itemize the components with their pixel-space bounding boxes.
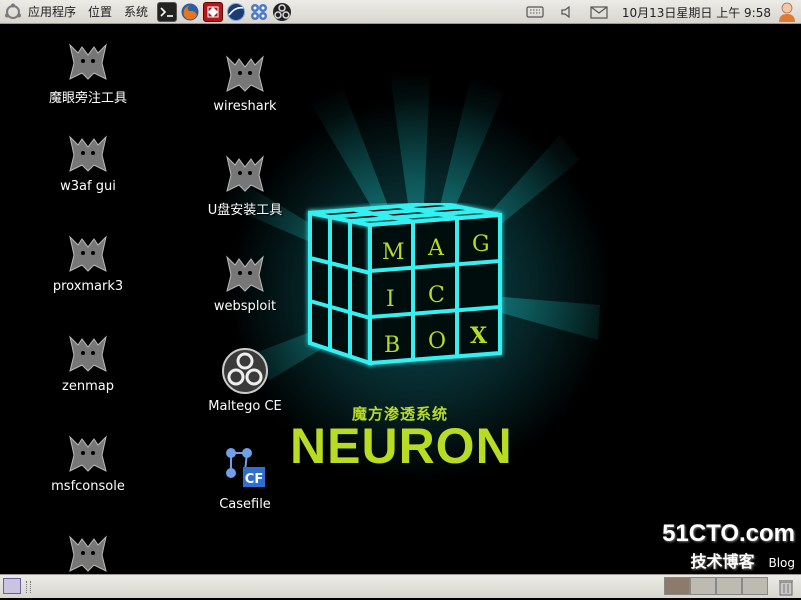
cube-letter: G — [472, 232, 490, 257]
gargoyle-icon — [221, 247, 269, 295]
desktop-icon-label: websploit — [213, 299, 277, 314]
gargoyle-icon — [64, 527, 112, 574]
workspace-4[interactable] — [742, 577, 768, 595]
terminal-icon[interactable] — [157, 1, 178, 22]
gargoyle-icon — [64, 427, 112, 475]
maltego-icon — [221, 347, 269, 395]
desktop[interactable]: M A G I C B O X 魔方渗透系统 NEURON 魔眼旁注工具 w3a… — [0, 25, 801, 574]
desktop-icon-label: Casefile — [219, 497, 271, 512]
desktop-icon-label: 魔眼旁注工具 — [48, 91, 127, 106]
desktop-icon-label: zenmap — [62, 379, 114, 394]
workspace-switcher — [664, 577, 768, 595]
desktop-icon-partial[interactable] — [28, 527, 148, 574]
desktop-icon-websploit[interactable]: websploit — [185, 247, 305, 314]
menu-system[interactable]: 系统 — [118, 3, 154, 20]
desktop-icon-label: Maltego CE — [208, 399, 282, 414]
workspace-1[interactable] — [664, 577, 690, 595]
desktop-icon-zenmap[interactable]: zenmap — [28, 327, 148, 394]
desktop-icon-w3af[interactable]: w3af gui — [28, 127, 148, 194]
cube-letter: C — [428, 283, 445, 308]
show-desktop-icon[interactable] — [3, 578, 21, 594]
desktop-icon-moyan[interactable]: 魔眼旁注工具 — [28, 35, 148, 106]
top-panel: 应用程序 位置 系统 10月13日星期日 上午 9:58 — [0, 0, 801, 24]
desktop-icon-label: U盘安装工具 — [207, 203, 283, 218]
keyboard-icon[interactable] — [526, 4, 548, 20]
desktop-icon-maltego[interactable]: Maltego CE — [185, 347, 305, 414]
cube-letter: M — [382, 240, 405, 265]
menu-applications[interactable]: 应用程序 — [22, 3, 82, 20]
watermark-blog: Blog — [768, 556, 795, 570]
workspace-3[interactable] — [716, 577, 742, 595]
cube-letter: O — [428, 329, 447, 354]
cube-letter: B — [384, 333, 401, 358]
menu-places[interactable]: 位置 — [82, 3, 118, 20]
gargoyle-icon — [64, 227, 112, 275]
clock[interactable]: 10月13日星期日 上午 9:58 — [616, 4, 777, 21]
cube-letter: X — [470, 323, 488, 349]
network-icon[interactable] — [226, 2, 246, 22]
volume-icon[interactable] — [560, 4, 576, 20]
watermark-site: 51CTO.com — [662, 520, 795, 547]
bottom-panel — [0, 574, 801, 598]
desktop-icon-usb-installer[interactable]: U盘安装工具 — [185, 147, 305, 218]
gargoyle-icon — [221, 47, 269, 95]
desktop-icon-label: msfconsole — [51, 479, 125, 494]
svg-text:CF: CF — [245, 472, 263, 487]
desktop-icon-label: proxmark3 — [52, 279, 124, 294]
user-icon[interactable] — [777, 1, 799, 23]
settings-icon[interactable] — [249, 2, 269, 22]
gargoyle-icon — [221, 147, 269, 195]
mail-icon[interactable] — [590, 4, 610, 20]
wallpaper-title: NEURON — [290, 418, 513, 474]
firefox-icon[interactable] — [180, 2, 200, 22]
watermark-sub: 技术博客 — [690, 552, 755, 571]
cube-letters: M A G I C B O X — [300, 203, 510, 373]
system-tray: 10月13日星期日 上午 9:58 — [526, 0, 801, 24]
desktop-icon-wireshark[interactable]: wireshark — [185, 47, 305, 114]
desktop-icon-label: wireshark — [213, 99, 277, 114]
panel-handle[interactable] — [26, 581, 31, 593]
backtrack-icon[interactable] — [272, 2, 292, 22]
casefile-icon: CF — [221, 445, 269, 493]
desktop-icon-proxmark3[interactable]: proxmark3 — [28, 227, 148, 294]
gargoyle-icon — [64, 327, 112, 375]
gargoyle-icon — [64, 127, 112, 175]
watermark: 51CTO.com 技术博客 Blog — [662, 520, 795, 572]
desktop-icon-label: w3af gui — [60, 179, 116, 194]
cube-letter: I — [386, 287, 395, 312]
workspace-2[interactable] — [690, 577, 716, 595]
trash-icon[interactable] — [778, 578, 794, 596]
app-red-icon[interactable] — [203, 1, 224, 22]
cube-letter: A — [428, 236, 444, 261]
gargoyle-icon — [64, 35, 112, 83]
ubuntu-menu-icon[interactable] — [4, 3, 22, 21]
desktop-icon-casefile[interactable]: CF Casefile — [185, 445, 305, 512]
desktop-icon-msfconsole[interactable]: msfconsole — [28, 427, 148, 494]
